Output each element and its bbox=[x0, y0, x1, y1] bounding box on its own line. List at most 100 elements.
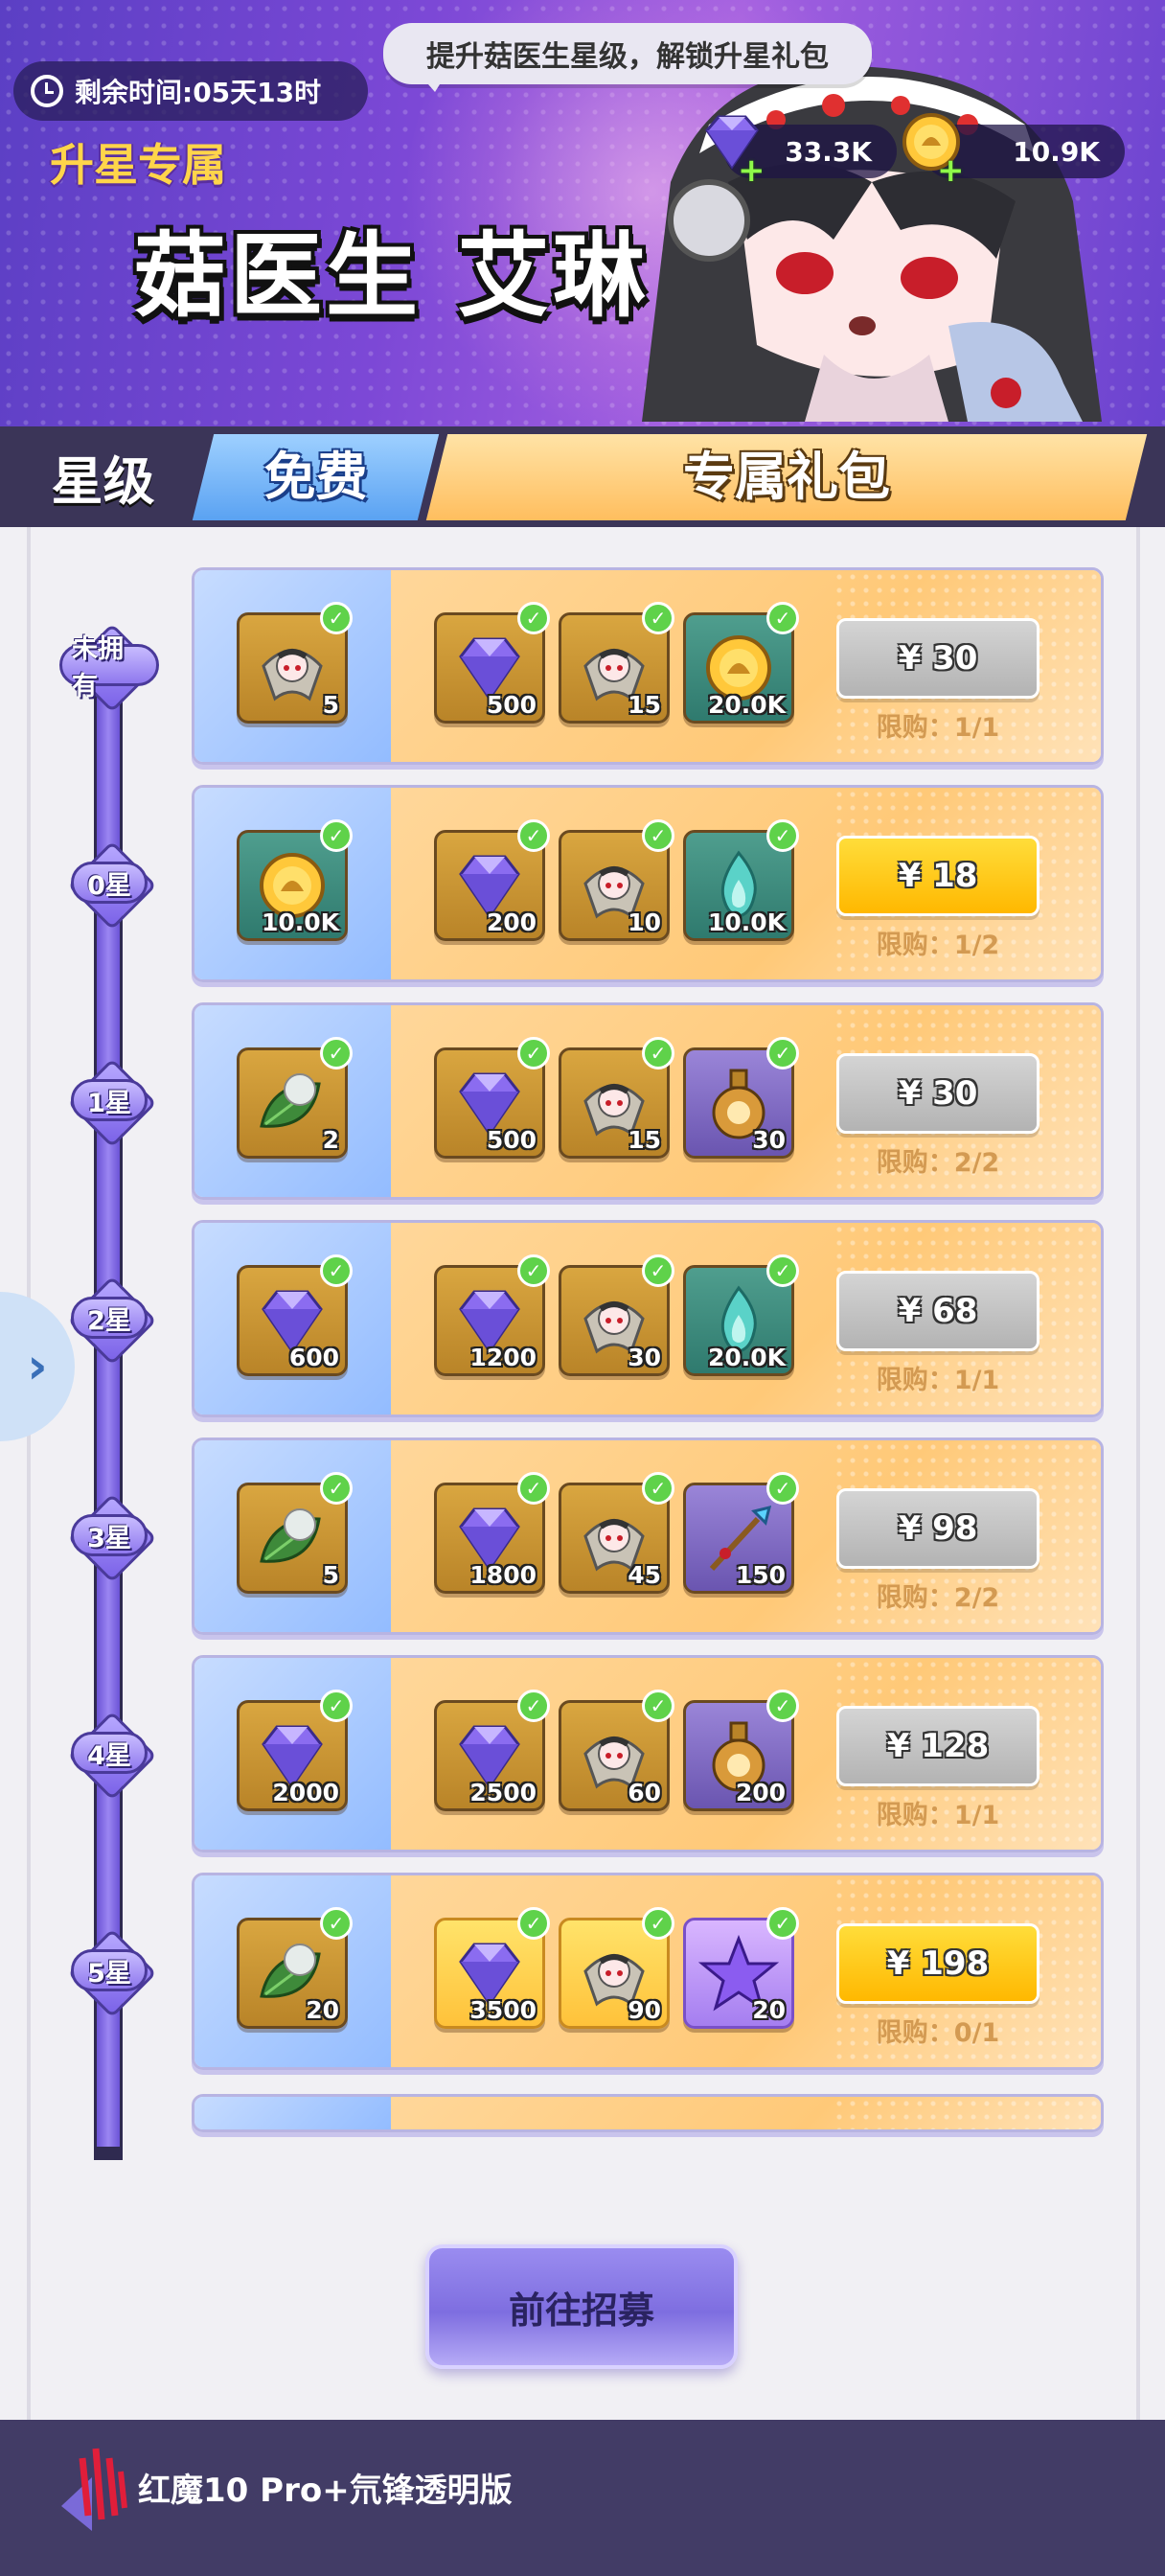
free-reward-item[interactable]: 5 ✓ bbox=[237, 602, 353, 724]
reward-quantity: 1200 bbox=[469, 1344, 537, 1371]
hint-text: 提升菇医生星级，解锁升星礼包 bbox=[426, 40, 829, 74]
pack-reward-item[interactable]: 200 ✓ bbox=[683, 1690, 799, 1811]
free-reward-item[interactable]: 600 ✓ bbox=[237, 1254, 353, 1376]
check-icon: ✓ bbox=[642, 602, 674, 634]
go-recruit-button[interactable]: 前往招募 bbox=[425, 2244, 738, 2369]
pack-reward-item[interactable]: 200 ✓ bbox=[434, 819, 550, 941]
free-reward-item[interactable]: 5 ✓ bbox=[237, 1472, 353, 1594]
reward-quantity: 15 bbox=[628, 1126, 661, 1154]
free-reward-item[interactable]: 20 ✓ bbox=[237, 1907, 353, 2029]
pack-reward-item[interactable]: 1200 ✓ bbox=[434, 1254, 550, 1376]
reward-quantity: 20 bbox=[752, 1996, 786, 2024]
reward-row: 10.0K ✓ 200 ✓ 10 ✓ 10.0K ✓ ¥ 18 限购：1/2 bbox=[192, 785, 1104, 982]
hint-speech-bubble: 提升菇医生星级，解锁升星礼包 bbox=[383, 23, 872, 92]
pack-reward-item[interactable]: 20.0K ✓ bbox=[683, 1254, 799, 1376]
gem-balance[interactable]: + 33.3K bbox=[705, 115, 897, 190]
pack-reward-item[interactable]: 500 ✓ bbox=[434, 1037, 550, 1159]
reward-quantity: 45 bbox=[628, 1561, 661, 1589]
reward-quantity: 15 bbox=[628, 691, 661, 719]
column-exclusive-pack-label: 专属礼包 bbox=[683, 447, 890, 507]
pack-reward-item[interactable]: 15 ✓ bbox=[559, 602, 674, 724]
pack-reward-item[interactable]: 2500 ✓ bbox=[434, 1690, 550, 1811]
reward-quantity: 20.0K bbox=[707, 1344, 786, 1371]
hero-shard-icon bbox=[252, 628, 332, 708]
check-icon: ✓ bbox=[517, 819, 550, 852]
free-reward-item[interactable]: 10.0K ✓ bbox=[237, 819, 353, 941]
reward-quantity: 20.0K bbox=[707, 691, 786, 719]
buy-pack-button[interactable]: ¥ 30 bbox=[836, 618, 1039, 699]
free-reward-item[interactable]: 2000 ✓ bbox=[237, 1690, 353, 1811]
buy-pack-button[interactable]: ¥ 128 bbox=[836, 1706, 1039, 1786]
reward-quantity: 200 bbox=[735, 1779, 786, 1806]
gem-amount: 33.3K bbox=[785, 135, 872, 168]
reward-row-next bbox=[192, 2094, 1104, 2132]
pack-reward-item[interactable]: 1800 ✓ bbox=[434, 1472, 550, 1594]
pack-reward-item[interactable]: 10.0K ✓ bbox=[683, 819, 799, 941]
pack-reward-item[interactable]: 500 ✓ bbox=[434, 602, 550, 724]
reward-row: 5 ✓ 1800 ✓ 45 ✓ 150 ✓ ¥ 98 限购：2/2 bbox=[192, 1438, 1104, 1635]
pack-reward-item[interactable]: 20.0K ✓ bbox=[683, 602, 799, 724]
star-level-node: 4星 bbox=[59, 1703, 159, 1803]
reward-quantity: 200 bbox=[486, 908, 537, 936]
banner-header: 剩余时间:05天13时 提升菇医生星级，解锁升星礼包 升星专属 菇医生 艾琳 +… bbox=[0, 0, 1165, 426]
column-star-level: 星级 bbox=[0, 426, 206, 527]
reward-quantity: 60 bbox=[628, 1779, 661, 1806]
check-icon: ✓ bbox=[320, 1037, 353, 1070]
reward-quantity: 2500 bbox=[469, 1779, 537, 1806]
pack-reward-item[interactable]: 45 ✓ bbox=[559, 1472, 674, 1594]
reward-quantity: 500 bbox=[486, 691, 537, 719]
check-icon: ✓ bbox=[320, 1907, 353, 1940]
purchase-limit: 限购：1/1 bbox=[876, 713, 1000, 743]
pack-reward-item[interactable]: 150 ✓ bbox=[683, 1472, 799, 1594]
pack-reward-item[interactable]: 90 ✓ bbox=[559, 1907, 674, 2029]
buy-pack-button[interactable]: ¥ 18 bbox=[836, 836, 1039, 916]
reward-quantity: 5 bbox=[322, 691, 339, 719]
star-level-label: 5星 bbox=[71, 1949, 148, 1991]
reward-quantity: 20 bbox=[306, 1996, 339, 2024]
star-level-node: 2星 bbox=[59, 1268, 159, 1368]
reward-row: 20 ✓ 3500 ✓ 90 ✓ 20 ✓ ¥ 198 限购：0/1 bbox=[192, 1873, 1104, 2070]
buy-pack-button[interactable]: ¥ 30 bbox=[836, 1053, 1039, 1134]
star-level-label: 3星 bbox=[71, 1514, 148, 1556]
pack-reward-item[interactable]: 30 ✓ bbox=[559, 1254, 674, 1376]
reward-list-panel[interactable]: 未拥有 5 ✓ 500 ✓ 15 ✓ 20.0K ✓ ¥ 30 限购：1/1 0星 10.0K ✓ 200 ✓… bbox=[0, 527, 1165, 2420]
add-coins-icon[interactable]: + bbox=[937, 151, 965, 190]
buy-pack-button[interactable]: ¥ 68 bbox=[836, 1271, 1039, 1351]
star-level-node: 0星 bbox=[59, 833, 159, 932]
reward-row: 2000 ✓ 2500 ✓ 60 ✓ 200 ✓ ¥ 128 限购：1/1 bbox=[192, 1655, 1104, 1852]
check-icon: ✓ bbox=[642, 1907, 674, 1940]
reward-quantity: 1800 bbox=[469, 1561, 537, 1589]
free-reward-item[interactable]: 2 ✓ bbox=[237, 1037, 353, 1159]
pack-reward-item[interactable]: 3500 ✓ bbox=[434, 1907, 550, 2029]
star-level-node: 1星 bbox=[59, 1050, 159, 1150]
pack-reward-item[interactable]: 60 ✓ bbox=[559, 1690, 674, 1811]
pack-reward-item[interactable]: 15 ✓ bbox=[559, 1037, 674, 1159]
check-icon: ✓ bbox=[642, 1254, 674, 1287]
check-icon: ✓ bbox=[517, 1037, 550, 1070]
purchase-limit: 限购：1/1 bbox=[876, 1801, 1000, 1830]
check-icon: ✓ bbox=[517, 1472, 550, 1505]
star-progress-track-end bbox=[94, 2147, 123, 2160]
add-gems-icon[interactable]: + bbox=[738, 151, 765, 190]
buy-pack-button[interactable]: ¥ 198 bbox=[836, 1923, 1039, 2004]
coin-balance[interactable]: + 10.9K bbox=[902, 113, 1125, 190]
purchase-limit: 限购：2/2 bbox=[876, 1583, 1000, 1613]
star-level-label: 未拥有 bbox=[59, 634, 159, 702]
pack-column-bg bbox=[391, 2097, 1101, 2129]
column-free: 免费 bbox=[192, 434, 440, 520]
buy-pack-button[interactable]: ¥ 98 bbox=[836, 1488, 1039, 1569]
check-icon: ✓ bbox=[642, 1690, 674, 1722]
go-recruit-label: 前往招募 bbox=[508, 2288, 654, 2332]
reward-row: 5 ✓ 500 ✓ 15 ✓ 20.0K ✓ ¥ 30 限购：1/1 bbox=[192, 567, 1104, 765]
reward-quantity: 30 bbox=[752, 1126, 786, 1154]
pack-reward-item[interactable]: 10 ✓ bbox=[559, 819, 674, 941]
pack-reward-item[interactable]: 30 ✓ bbox=[683, 1037, 799, 1159]
check-icon: ✓ bbox=[642, 1472, 674, 1505]
pack-reward-item[interactable]: 20 ✓ bbox=[683, 1907, 799, 2029]
check-icon: ✓ bbox=[517, 602, 550, 634]
hero-portrait bbox=[642, 66, 1102, 422]
check-icon: ✓ bbox=[517, 1690, 550, 1722]
check-icon: ✓ bbox=[320, 819, 353, 852]
clock-icon bbox=[31, 75, 63, 107]
star-level-label: 1星 bbox=[71, 1079, 148, 1121]
